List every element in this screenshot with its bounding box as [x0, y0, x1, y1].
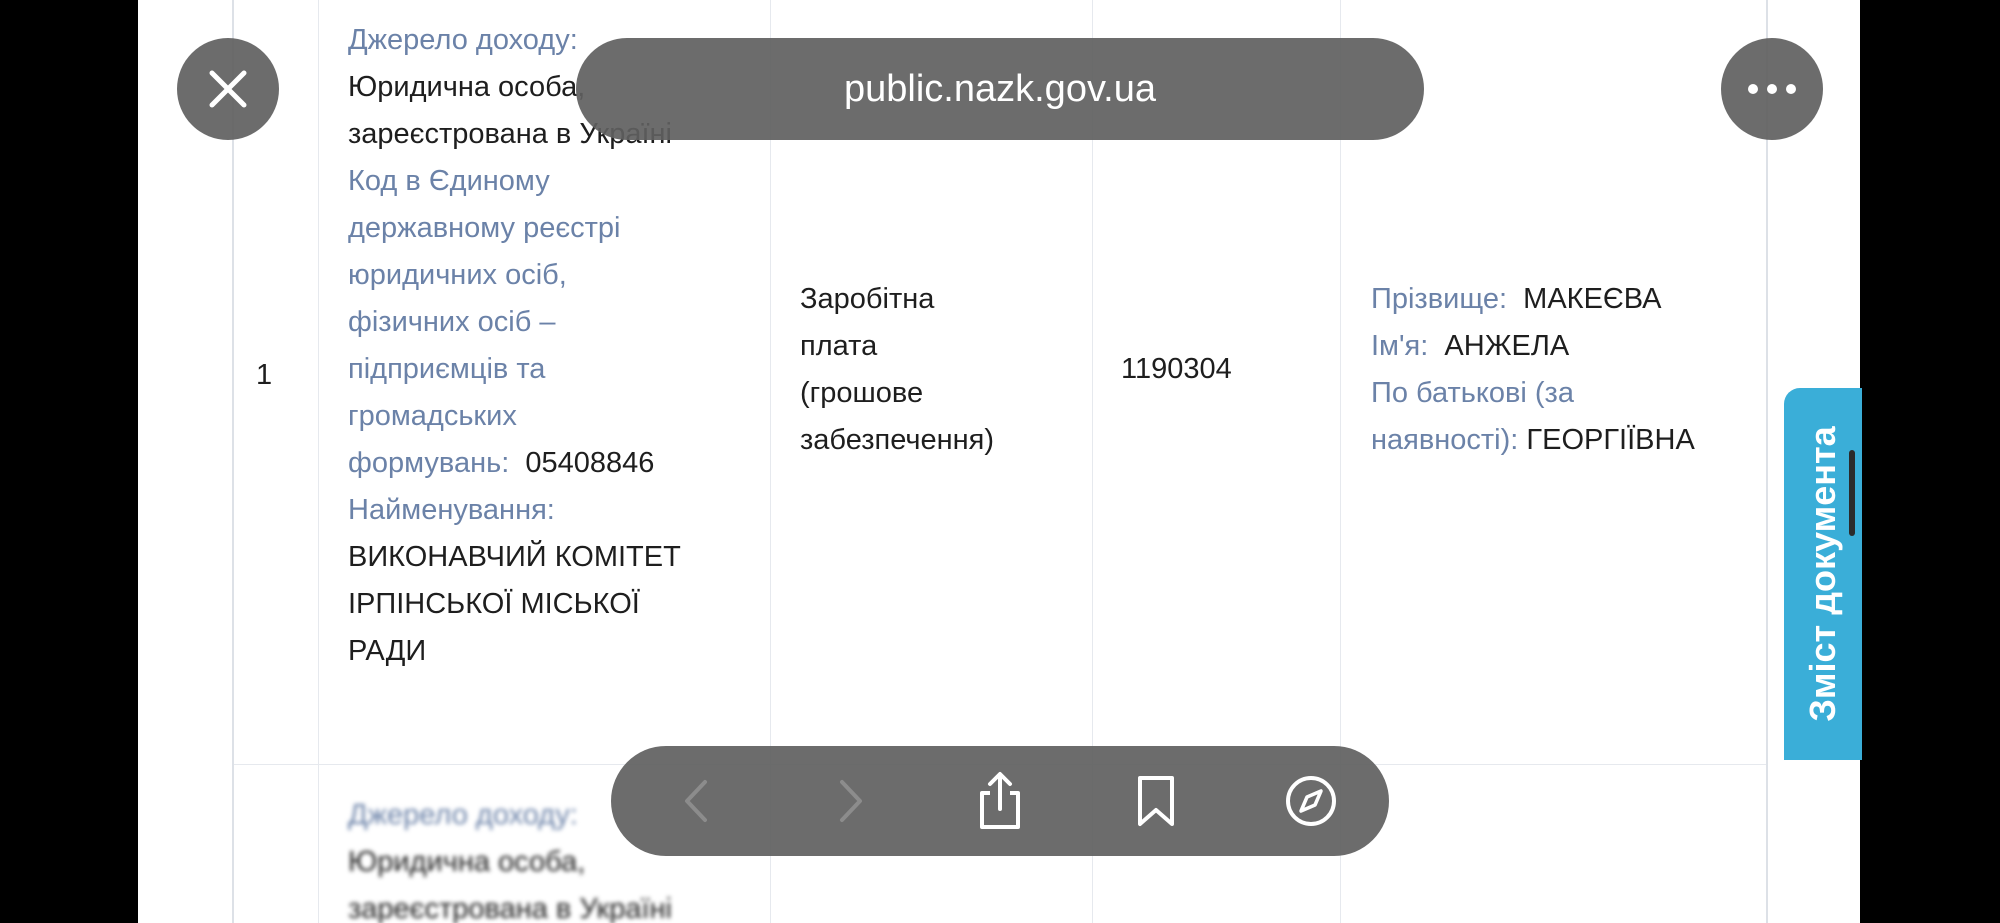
code-label-line: юридичних осіб, [348, 259, 567, 291]
organization-name-line: ВИКОНАВЧИЙ КОМІТЕТ [348, 541, 681, 573]
patronymic-value: ГЕОРГІЇВНА [1526, 424, 1695, 456]
organization-name-line: РАДИ [348, 635, 427, 667]
code-label-line: фізичних осіб – [348, 306, 556, 338]
source-value-line: Юридична особа, [348, 846, 586, 878]
code-label-last: формувань: [348, 447, 510, 479]
family-member-cell: Прізвище: МАКЕЄВА Ім'я: АНЖЕЛА По батько… [1371, 276, 1695, 464]
forward-button[interactable] [818, 768, 884, 834]
bookmarks-button[interactable] [1123, 768, 1189, 834]
income-amount: 1190304 [1121, 353, 1232, 385]
patronymic-label: По батькові (за [1371, 377, 1574, 409]
row-number: 1 [256, 359, 273, 391]
income-type-line: (грошове [800, 377, 924, 409]
column-divider [318, 0, 319, 923]
tabs-button[interactable] [1278, 768, 1344, 834]
browser-toolbar [611, 746, 1389, 856]
first-name-value: АНЖЕЛА [1444, 330, 1570, 362]
code-label-line: державному реєстрі [348, 212, 621, 244]
chevron-right-icon [840, 780, 862, 822]
edrpou-code: 05408846 [525, 447, 655, 479]
url-text: public.nazk.gov.ua [844, 67, 1156, 110]
organization-name-line: ІРПІНСЬКОЇ МІСЬКОЇ [348, 588, 640, 620]
code-label-line: підприємців та [348, 353, 546, 385]
document-contents-tab[interactable]: Зміст документа [1784, 388, 1862, 760]
surname-value: МАКЕЄВА [1523, 283, 1662, 315]
scroll-indicator[interactable] [1849, 450, 1855, 536]
compass-icon [1286, 776, 1336, 826]
first-name-label: Ім'я: [1371, 330, 1429, 362]
income-type-line: Заробітна [800, 283, 935, 315]
address-bar[interactable]: public.nazk.gov.ua [576, 38, 1424, 140]
code-label-line: Код в Єдиному [348, 165, 550, 197]
name-label: Найменування: [348, 494, 555, 526]
income-type-line: забезпечення) [800, 424, 994, 456]
share-button[interactable] [967, 768, 1033, 834]
back-button[interactable] [663, 768, 729, 834]
screen: 1 Джерело доходу: Юридична особа, зареєс… [0, 0, 2000, 923]
income-type-cell: Заробітна плата (грошове забезпечення) [800, 276, 994, 464]
income-type-line: плата [800, 330, 878, 362]
document-contents-label: Зміст документа [1802, 426, 1843, 722]
bookmark-icon [1138, 776, 1174, 826]
patronymic-label: наявності): [1371, 424, 1519, 456]
more-options-button[interactable] [1721, 38, 1823, 140]
surname-label: Прізвище: [1371, 283, 1508, 315]
share-icon [980, 772, 1020, 829]
more-dots-icon [1748, 84, 1796, 94]
source-value-line: зареєстрована в Україні [348, 893, 672, 923]
chevron-left-icon [685, 780, 707, 822]
close-icon [209, 70, 247, 108]
code-label-line: громадських [348, 400, 517, 432]
code-line: формувань: 05408846 [348, 440, 728, 487]
close-button[interactable] [177, 38, 279, 140]
